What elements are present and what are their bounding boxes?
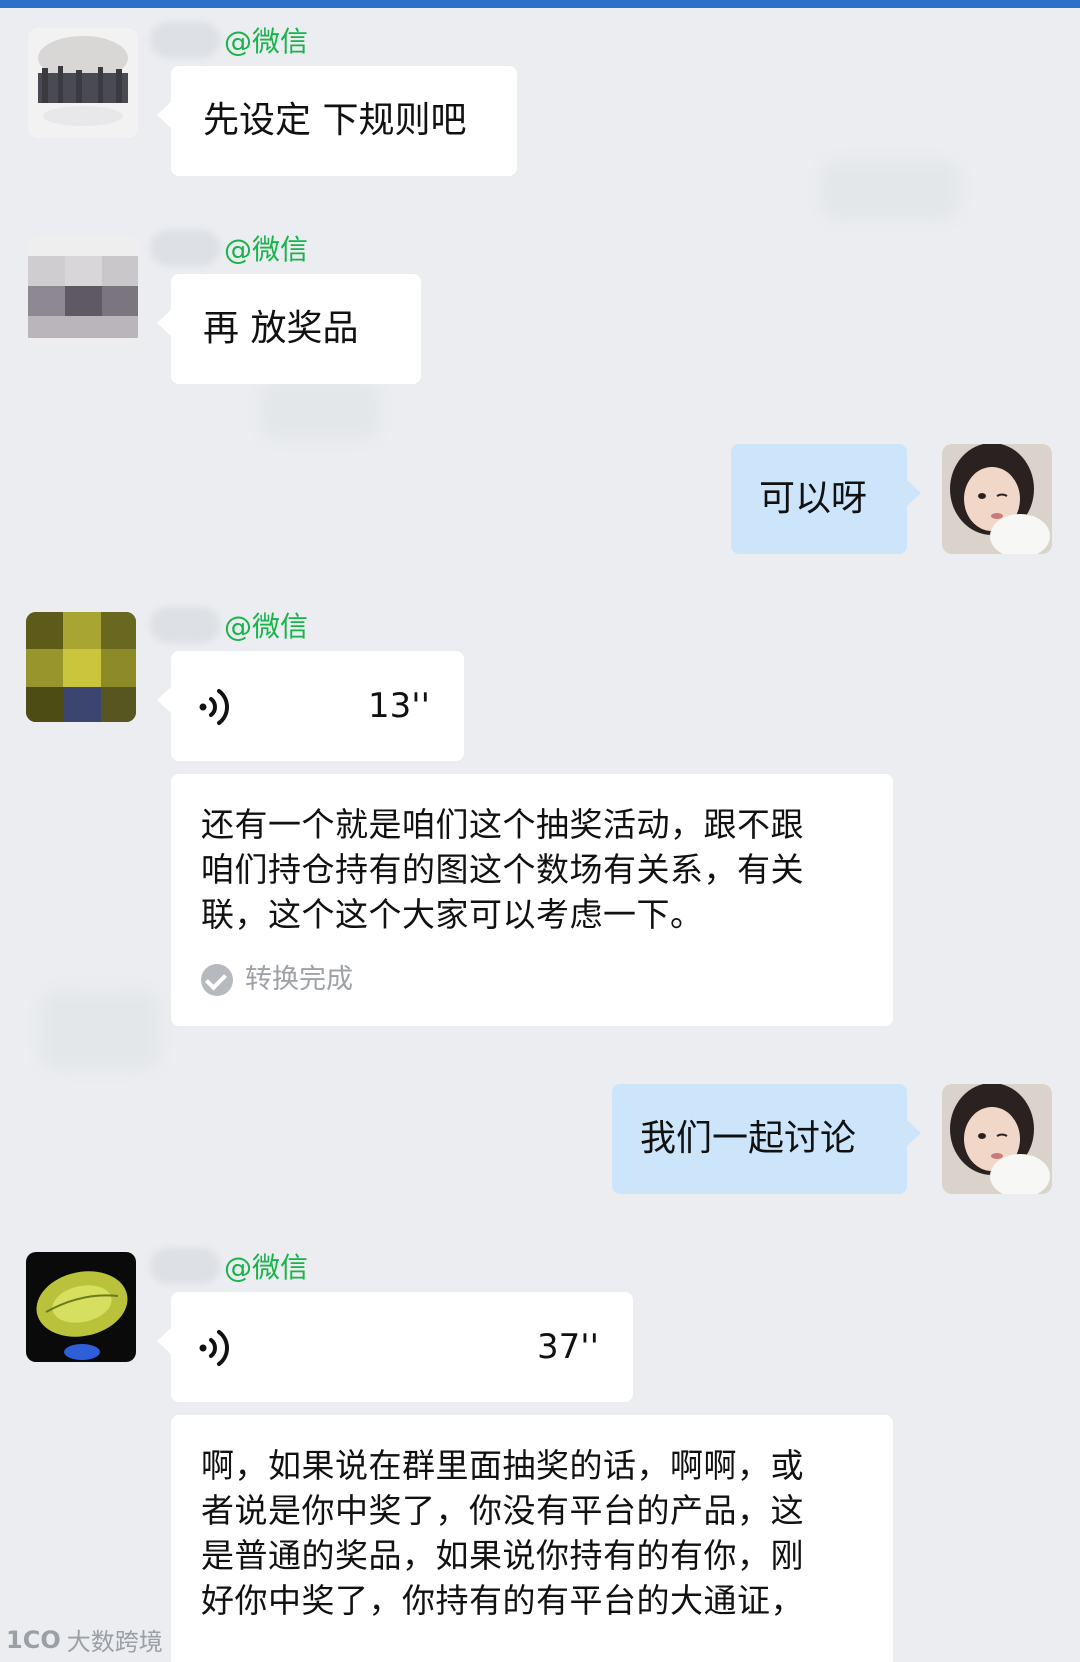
my-avatar[interactable] bbox=[942, 1084, 1052, 1194]
transcript-line: 联，这个这个大家可以考虑一下。 bbox=[201, 895, 704, 934]
message-text: 再 放奖品 bbox=[203, 308, 359, 349]
sender-tag: @微信 bbox=[224, 610, 309, 643]
sender-tag: @微信 bbox=[224, 1251, 309, 1284]
avatar[interactable] bbox=[26, 1252, 136, 1362]
blurred-region bbox=[260, 380, 380, 440]
message-bubble-sent[interactable]: 可以呀 bbox=[731, 444, 921, 554]
voice-icon bbox=[199, 689, 229, 725]
voice-transcript[interactable]: 还有一个就是咱们这个抽奖活动，跟不跟 咱们持仓持有的图这个数场有关系，有关 联，… bbox=[171, 774, 893, 1026]
message-bubble[interactable]: 再 放奖品 bbox=[157, 274, 421, 384]
sender-name: @微信 bbox=[150, 228, 308, 268]
blurred-region bbox=[820, 160, 960, 220]
sender-tag: @微信 bbox=[224, 233, 309, 266]
watermark-logo: 1CO bbox=[6, 1625, 61, 1654]
voice-icon bbox=[199, 1330, 229, 1366]
blurred-name bbox=[150, 22, 220, 58]
transcript-line: 好你中奖了，你持有的有平台的大通证， bbox=[201, 1581, 804, 1620]
watermark-text: 大数跨境 bbox=[66, 1628, 163, 1656]
sender-name: @微信 bbox=[150, 1246, 308, 1286]
sender-name: @微信 bbox=[150, 605, 308, 645]
voice-duration: 13'' bbox=[368, 686, 430, 726]
message-text: 先设定 下规则吧 bbox=[203, 100, 467, 141]
avatar[interactable] bbox=[28, 28, 138, 138]
blurred-name bbox=[150, 607, 220, 643]
blurred-region bbox=[40, 990, 160, 1070]
transcript-status-label: 转换完成 bbox=[245, 964, 353, 995]
voice-message[interactable]: 37'' bbox=[157, 1292, 633, 1402]
sender-name: @微信 bbox=[150, 20, 308, 60]
my-avatar[interactable] bbox=[942, 444, 1052, 554]
avatar[interactable] bbox=[26, 612, 136, 722]
blurred-name bbox=[150, 230, 220, 266]
voice-duration: 37'' bbox=[537, 1327, 599, 1367]
blurred-name bbox=[150, 1248, 220, 1284]
transcript-line: 啊，如果说在群里面抽奖的话，啊啊，或 bbox=[201, 1446, 804, 1485]
voice-message[interactable]: 13'' bbox=[157, 651, 464, 761]
transcript-line: 是普通的奖品，如果说你持有的有你，刚 bbox=[201, 1536, 804, 1575]
check-circle-icon bbox=[201, 964, 233, 996]
sender-tag: @微信 bbox=[224, 25, 309, 58]
transcript-line: 咱们持仓持有的图这个数场有关系，有关 bbox=[201, 850, 804, 889]
message-text: 我们一起讨论 bbox=[640, 1118, 857, 1159]
transcript-status: 转换完成 bbox=[201, 957, 863, 1003]
watermark: 1CO 大数跨境 bbox=[6, 1622, 163, 1657]
transcript-line: 者说是你中奖了，你没有平台的产品，这 bbox=[201, 1491, 804, 1530]
transcript-line: 还有一个就是咱们这个抽奖活动，跟不跟 bbox=[201, 805, 804, 844]
voice-transcript[interactable]: 啊，如果说在群里面抽奖的话，啊啊，或 者说是你中奖了，你没有平台的产品，这 是普… bbox=[171, 1415, 893, 1662]
message-bubble[interactable]: 先设定 下规则吧 bbox=[157, 66, 517, 176]
message-text: 可以呀 bbox=[759, 478, 868, 519]
top-bar bbox=[0, 0, 1080, 8]
avatar[interactable] bbox=[28, 236, 138, 346]
message-bubble-sent[interactable]: 我们一起讨论 bbox=[612, 1084, 921, 1194]
